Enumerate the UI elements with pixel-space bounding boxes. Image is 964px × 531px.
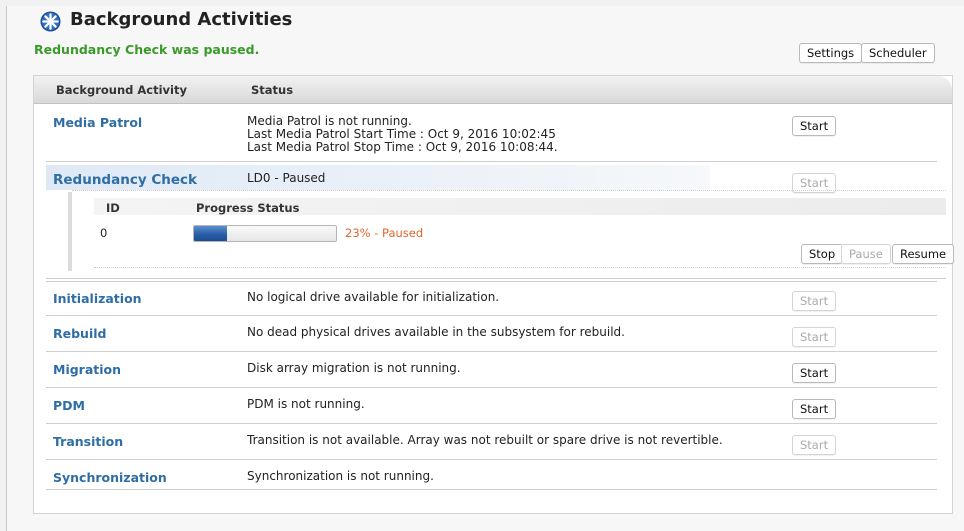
- pdm-status: PDM is not running.: [247, 397, 365, 411]
- row-separator: [46, 161, 937, 162]
- stop-button[interactable]: Stop: [801, 244, 844, 264]
- table-header: Background Activity Status: [34, 76, 952, 104]
- pause-button[interactable]: Pause: [841, 244, 891, 264]
- subtable-left-border: [68, 192, 72, 271]
- activity-pdm[interactable]: PDM: [53, 398, 85, 413]
- row-separator: [46, 423, 937, 424]
- resume-button[interactable]: Resume: [892, 244, 955, 264]
- redundancy-progress-text: 23% - Paused: [345, 226, 424, 240]
- subtable-column-progress: Progress Status: [196, 201, 300, 215]
- background-activity-icon: [40, 11, 61, 32]
- page-title: Background Activities: [70, 9, 293, 30]
- transition-status: Transition is not available. Array was n…: [247, 433, 723, 447]
- synchronization-status: Synchronization is not running.: [247, 469, 434, 483]
- subtable-top-divider: [72, 190, 946, 191]
- row-separator: [46, 315, 937, 316]
- pdm-start-button[interactable]: Start: [792, 399, 837, 419]
- initialization-start-button[interactable]: Start: [792, 291, 837, 311]
- activity-redundancy-check[interactable]: Redundancy Check: [53, 172, 197, 188]
- migration-start-button[interactable]: Start: [792, 363, 837, 383]
- activity-media-patrol[interactable]: Media Patrol: [53, 115, 142, 130]
- transition-start-button[interactable]: Start: [792, 435, 837, 455]
- scheduler-button[interactable]: Scheduler: [861, 43, 935, 63]
- status-message: Redundancy Check was paused.: [34, 42, 260, 57]
- row-separator: [46, 278, 946, 279]
- rebuild-status: No dead physical drives available in the…: [247, 325, 625, 339]
- column-header-activity: Background Activity: [56, 83, 187, 97]
- activity-migration[interactable]: Migration: [53, 362, 121, 377]
- activity-initialization[interactable]: Initialization: [53, 291, 142, 306]
- redundancy-check-status: LD0 - Paused: [247, 171, 326, 185]
- redundancy-progress-fill: [194, 226, 227, 241]
- activity-rebuild[interactable]: Rebuild: [53, 326, 106, 341]
- subtable-bottom-divider: [94, 267, 946, 268]
- activity-transition[interactable]: Transition: [53, 434, 123, 449]
- redundancy-progress-bar: [193, 225, 337, 242]
- subtable-row-id: 0: [100, 226, 108, 240]
- media-patrol-status-line3: Last Media Patrol Stop Time : Oct 9, 201…: [247, 140, 558, 154]
- migration-status: Disk array migration is not running.: [247, 361, 461, 375]
- settings-button[interactable]: Settings: [799, 43, 863, 63]
- subtable-column-id: ID: [106, 201, 120, 215]
- initialization-status: No logical drive available for initializ…: [247, 290, 500, 304]
- rebuild-start-button[interactable]: Start: [792, 327, 837, 347]
- media-patrol-start-button[interactable]: Start: [792, 116, 837, 136]
- column-header-status: Status: [251, 83, 294, 97]
- row-separator: [46, 387, 937, 388]
- row-separator: [46, 489, 937, 490]
- row-separator: [46, 459, 937, 460]
- row-separator: [46, 281, 937, 282]
- activity-synchronization[interactable]: Synchronization: [53, 470, 167, 485]
- row-separator: [46, 351, 937, 352]
